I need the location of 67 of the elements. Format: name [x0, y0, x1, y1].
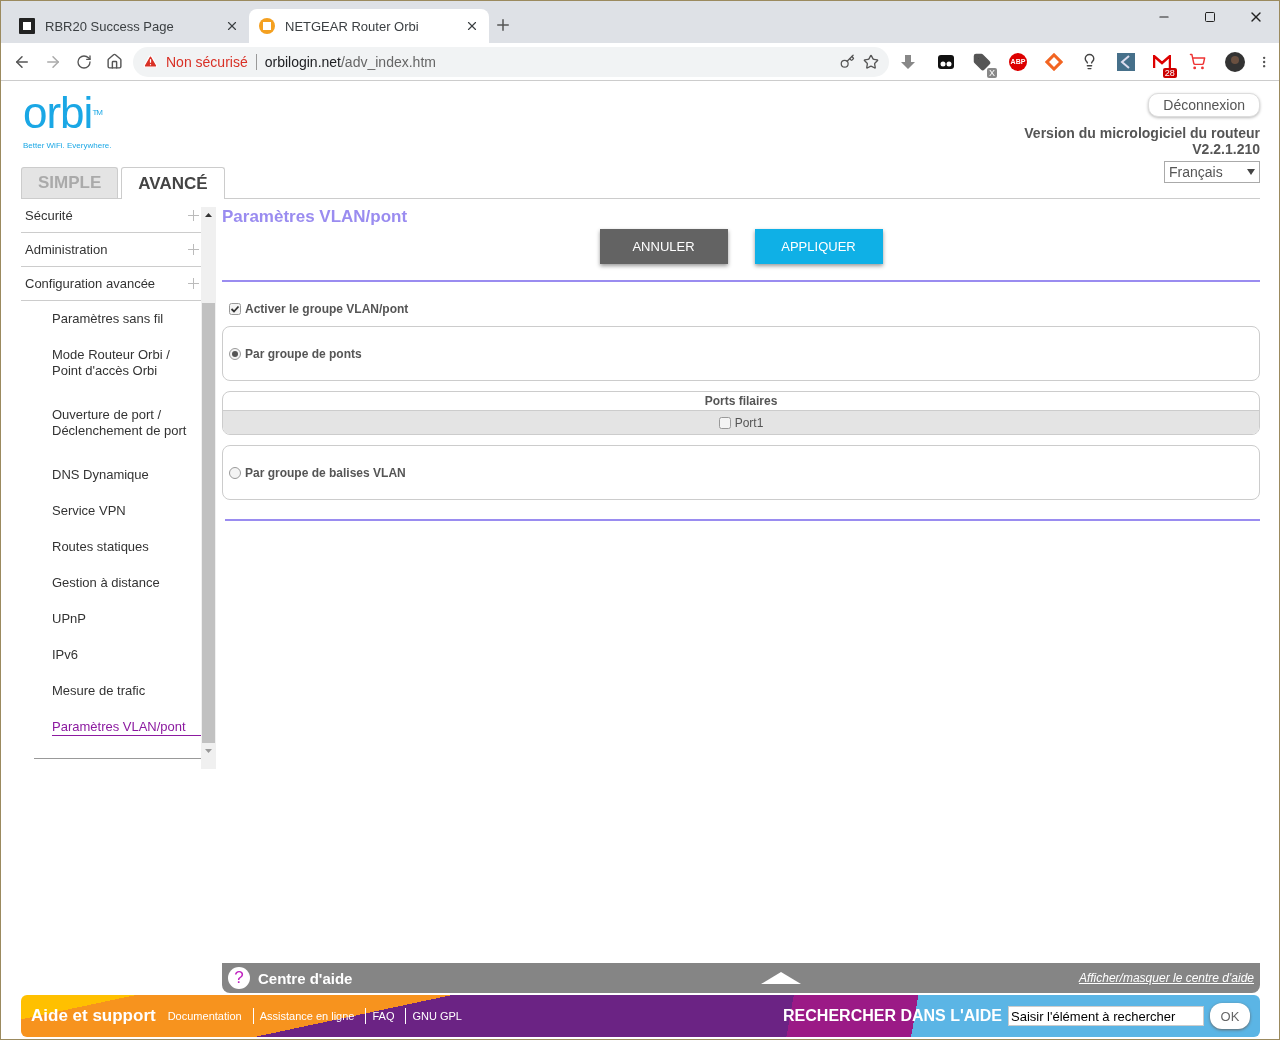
page-title: Paramètres VLAN/pont: [222, 207, 409, 227]
expand-arrow-icon[interactable]: [760, 972, 801, 984]
reload-icon[interactable]: [75, 53, 92, 70]
plus-icon: [188, 210, 199, 221]
menu-item[interactable]: DNS Dynamique: [52, 457, 201, 493]
logout-button[interactable]: Déconnexion: [1148, 93, 1260, 117]
menu-item[interactable]: Routes statiques: [52, 529, 201, 565]
enable-checkbox-label[interactable]: Activer le groupe VLAN/pont: [222, 302, 1260, 316]
menu-item[interactable]: Paramètres sans fil: [52, 301, 201, 337]
logo-tagline: Better WiFi. Everywhere.: [23, 141, 112, 150]
new-tab-icon[interactable]: [494, 16, 512, 34]
mail-icon[interactable]: [1152, 54, 1171, 69]
radio-option[interactable]: Par groupe de balises VLAN: [229, 465, 406, 480]
dropdown-arrow-icon: [1247, 169, 1255, 175]
help-title: Centre d'aide: [258, 969, 353, 987]
extension-icon[interactable]: [937, 52, 955, 71]
diamond-icon[interactable]: [1045, 52, 1063, 71]
close-icon[interactable]: [225, 19, 239, 33]
avatar-icon[interactable]: [1224, 51, 1245, 72]
extension-badge: X: [987, 67, 997, 78]
site-icon: [19, 18, 35, 34]
scrollbar[interactable]: [201, 207, 216, 769]
menu-item[interactable]: Mesure de trafic: [52, 673, 201, 709]
plus-icon: [188, 278, 199, 289]
firmware-label: Version du micrologiciel du routeur: [1024, 125, 1260, 141]
footer-link[interactable]: GNU GPL: [412, 1010, 467, 1022]
maximize-icon[interactable]: [1204, 11, 1216, 23]
security-label: Non sécurisé: [166, 53, 248, 70]
cart-icon[interactable]: [1189, 53, 1207, 70]
radio-button[interactable]: [229, 347, 241, 360]
menu-item[interactable]: Gestion à distance: [52, 565, 201, 601]
footer-title: Aide et support: [31, 1006, 156, 1026]
ok-button[interactable]: OK: [1210, 1003, 1250, 1029]
home-icon[interactable]: [106, 53, 123, 70]
footer-link[interactable]: FAQ: [372, 1010, 400, 1022]
help-icon[interactable]: ?: [228, 967, 250, 989]
menu-item[interactable]: IPv6: [52, 637, 201, 673]
plus-icon: [188, 244, 199, 255]
scroll-up-icon[interactable]: [205, 213, 212, 217]
search-field[interactable]: Saisir l'élément à rechercher: [1008, 1006, 1204, 1026]
tab-title: NETGEAR Router Orbi: [285, 18, 420, 34]
close-icon[interactable]: [465, 19, 479, 33]
help-toggle-link[interactable]: Afficher/masquer le centre d'aide: [1078, 971, 1254, 985]
menu-item[interactable]: Ouverture de port / Déclenchement de port: [52, 397, 201, 457]
firmware-version: V2.2.1.210: [1192, 141, 1260, 157]
browser-tab[interactable]: NETGEAR Router Orbi: [249, 9, 489, 43]
menu-item[interactable]: UPnP: [52, 601, 201, 637]
radio-option[interactable]: Par groupe de ponts: [229, 346, 362, 361]
menu-item[interactable]: Mode Routeur Orbi / Point d'accès Orbi: [52, 337, 201, 397]
site-icon: [259, 18, 275, 34]
browser-tab[interactable]: RBR20 Success Page: [9, 9, 249, 43]
mail-badge: 28: [1162, 67, 1177, 78]
tab-title: RBR20 Success Page: [45, 18, 175, 34]
tag-icon[interactable]: [973, 52, 991, 71]
address-bar[interactable]: Non sécurisé orbilogin.net/adv_index.htm: [133, 46, 889, 77]
port-checkbox-label[interactable]: Port1: [718, 415, 764, 430]
language-select[interactable]: Français: [1164, 161, 1260, 183]
mode-tab[interactable]: AVANCÉ: [121, 167, 225, 199]
url-text: orbilogin.net/adv_index.htm: [255, 53, 436, 70]
warning-icon: [143, 54, 158, 69]
menu-item[interactable]: Service VPN: [52, 493, 201, 529]
checkbox[interactable]: [718, 416, 731, 429]
cancel-button[interactable]: ANNULER: [599, 229, 728, 264]
star-icon[interactable]: [863, 53, 879, 70]
checkbox[interactable]: [229, 303, 241, 315]
radio-button[interactable]: [229, 466, 241, 479]
key-icon[interactable]: [840, 54, 855, 69]
